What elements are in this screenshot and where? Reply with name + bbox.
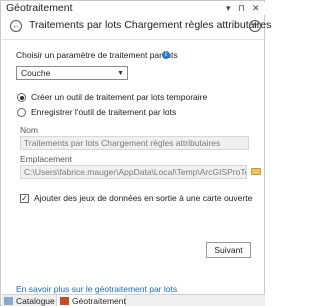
radio-create-temporary[interactable] (17, 93, 26, 102)
chevron-down-icon: ▼ (117, 70, 124, 77)
add-outputs-label[interactable]: Ajouter des jeux de données en sortie à … (34, 193, 252, 203)
toolbox-icon (60, 297, 69, 305)
bottom-tab-bar: Catalogue Géotraitement (2, 294, 265, 306)
catalog-icon (4, 297, 13, 305)
location-field[interactable]: C:\Users\fabrice.mauger\AppData\Local\Te… (20, 165, 247, 179)
location-label: Emplacement (20, 154, 72, 164)
pane-titlebar: Géotraitement ▾ ⊓ ✕ (2, 2, 265, 15)
tab-geotraitement-label: Géotraitement (72, 296, 126, 306)
batch-parameter-value: Couche (21, 68, 51, 78)
tool-title: Traitements par lots Chargement règles a… (29, 19, 272, 31)
radio-save-tool[interactable] (17, 108, 26, 117)
close-icon[interactable]: ✕ (252, 2, 260, 14)
tool-header: ← Traitements par lots Chargement règles… (2, 17, 271, 39)
learn-more-link[interactable]: En savoir plus sur le géotraitement par … (16, 284, 177, 294)
next-button[interactable]: Suivant (206, 242, 251, 258)
tab-catalogue-label: Catalogue (16, 296, 55, 306)
name-label: Nom (20, 125, 38, 135)
add-icon[interactable]: + (249, 20, 261, 32)
tab-geotraitement[interactable]: Géotraitement (56, 295, 126, 306)
add-outputs-checkbox[interactable]: ✓ (20, 194, 29, 203)
back-arrow-icon[interactable]: ← (10, 20, 22, 32)
batch-parameter-dropdown[interactable]: Couche ▼ (16, 66, 128, 80)
header-divider (2, 39, 265, 40)
tab-catalogue[interactable]: Catalogue (4, 295, 55, 306)
info-icon[interactable]: i (162, 51, 170, 59)
pane-menu-icon[interactable]: ▾ (226, 2, 231, 14)
pane-title: Géotraitement (6, 2, 73, 14)
name-field[interactable]: Traitements par lots Chargement règles a… (20, 136, 249, 150)
folder-icon[interactable] (251, 168, 261, 175)
autohide-icon[interactable]: ⊓ (238, 2, 245, 14)
radio-save-tool-label[interactable]: Enregistrer l'outil de traitement par lo… (31, 107, 176, 117)
radio-create-temporary-label[interactable]: Créer un outil de traitement par lots te… (31, 92, 207, 102)
geoprocessing-pane: Géotraitement ▾ ⊓ ✕ ← Traitements par lo… (0, 0, 271, 306)
batch-parameter-label: Choisir un paramètre de traitement par l… (16, 50, 178, 60)
